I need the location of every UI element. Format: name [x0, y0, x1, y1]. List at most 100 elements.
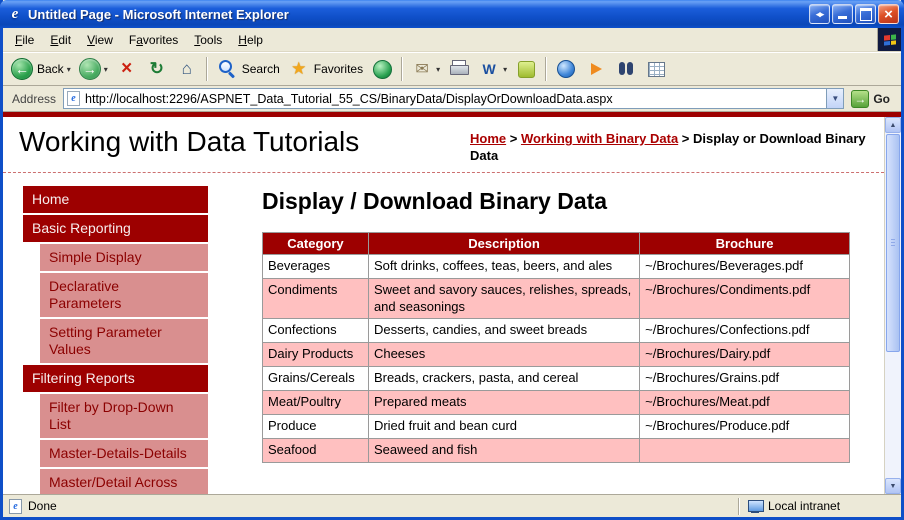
document-icon: e [9, 499, 22, 514]
table-cell: Meat/Poultry [263, 391, 369, 415]
menu-file[interactable]: File [7, 30, 42, 50]
menu-favorites[interactable]: Favorites [121, 30, 186, 50]
toolbar-separator [206, 57, 208, 81]
sidebar-item[interactable]: Basic Reporting [23, 215, 208, 242]
search-button[interactable]: Search [212, 56, 284, 82]
data-table: CategoryDescriptionBrochureBeveragesSoft… [262, 232, 850, 463]
split-button[interactable] [809, 4, 830, 24]
throbber-icon [877, 28, 901, 51]
menu-edit[interactable]: Edit [42, 30, 79, 50]
table-cell: Confections [263, 319, 369, 343]
menu-help[interactable]: Help [230, 30, 271, 50]
go-arrow-icon [851, 90, 869, 108]
favorites-button[interactable]: Favorites [284, 56, 367, 82]
research-button[interactable] [611, 56, 641, 82]
home-button[interactable] [172, 56, 202, 82]
table-cell: ~/Brochures/Produce.pdf [640, 415, 850, 439]
content-area: Working with Data Tutorials Home > Worki… [3, 117, 901, 494]
print-button[interactable] [444, 56, 474, 82]
security-zone: Local intranet [740, 499, 898, 513]
table-cell: ~/Brochures/Meat.pdf [640, 391, 850, 415]
globe-icon [555, 58, 577, 80]
menu-view[interactable]: View [79, 30, 121, 50]
globe-button[interactable] [551, 56, 581, 82]
grid-button[interactable] [641, 56, 671, 82]
table-row: Dairy ProductsCheeses~/Brochures/Dairy.p… [263, 343, 850, 367]
breadcrumb-link[interactable]: Home [470, 131, 506, 146]
table-row: Grains/CerealsBreads, crackers, pasta, a… [263, 367, 850, 391]
sidebar-item[interactable]: Filtering Reports [23, 365, 208, 392]
go-button[interactable]: Go [851, 90, 890, 108]
search-button-label: Search [242, 62, 280, 76]
edit-word-button[interactable]: ▾ [474, 56, 511, 82]
stop-button[interactable] [112, 56, 142, 82]
table-cell: Seafood [263, 438, 369, 462]
close-button[interactable] [878, 4, 899, 24]
sidebar-item[interactable]: Filter by Drop-Down List [40, 394, 208, 438]
menu-bar: FileEditViewFavoritesToolsHelp [3, 28, 901, 52]
table-cell: Desserts, candies, and sweet breads [368, 319, 639, 343]
sidebar-item[interactable]: Setting Parameter Values [40, 319, 208, 363]
table-cell: Seaweed and fish [368, 438, 639, 462]
media-icon [371, 58, 393, 80]
scroll-up-button[interactable]: ▲ [885, 117, 901, 133]
page-icon: e [67, 91, 80, 106]
breadcrumb-separator: > [678, 131, 693, 146]
search-icon [216, 58, 238, 80]
send-button[interactable] [581, 56, 611, 82]
sidebar-item[interactable]: Master/Detail Across Two Pages [40, 469, 208, 494]
sidebar-item[interactable]: Master-Details-Details [40, 440, 208, 467]
refresh-icon [146, 58, 168, 80]
dropdown-arrow-icon: ▾ [104, 65, 108, 74]
status-left: e Done [6, 499, 738, 514]
zone-text: Local intranet [768, 499, 840, 513]
media-button[interactable] [367, 56, 397, 82]
browser-window: e Untitled Page - Microsoft Internet Exp… [0, 0, 904, 520]
ie-logo-icon: e [7, 6, 23, 22]
maximize-button[interactable] [855, 4, 876, 24]
back-button[interactable]: Back▾ [7, 56, 75, 82]
address-dropdown-button[interactable]: ▼ [826, 89, 843, 108]
window-title: Untitled Page - Microsoft Internet Explo… [28, 7, 804, 22]
refresh-button[interactable] [142, 56, 172, 82]
breadcrumb: Home > Working with Binary Data > Displa… [470, 126, 868, 165]
messenger-icon [515, 58, 537, 80]
table-row: SeafoodSeaweed and fish [263, 438, 850, 462]
scrollbar-thumb[interactable] [886, 134, 900, 352]
back-button-label: Back [37, 62, 64, 76]
back-icon [11, 58, 33, 80]
dropdown-arrow-icon: ▾ [503, 65, 507, 74]
stop-icon [116, 58, 138, 80]
table-cell: Dried fruit and bean curd [368, 415, 639, 439]
page-header: Working with Data Tutorials Home > Worki… [3, 117, 884, 173]
go-label: Go [873, 92, 890, 106]
scrollbar-track[interactable] [885, 133, 901, 478]
binoculars-icon [615, 58, 637, 80]
mail-button[interactable]: ▾ [407, 56, 444, 82]
sidebar-item[interactable]: Simple Display [40, 244, 208, 271]
address-input[interactable] [85, 90, 826, 107]
messenger-button[interactable] [511, 56, 541, 82]
breadcrumb-link[interactable]: Working with Binary Data [521, 131, 678, 146]
table-cell [640, 438, 850, 462]
mail-icon [411, 58, 433, 80]
page-viewport: Working with Data Tutorials Home > Worki… [3, 117, 884, 494]
sidebar-nav: HomeBasic ReportingSimple DisplayDeclara… [23, 186, 208, 494]
main-content: Display / Download Binary Data CategoryD… [208, 186, 884, 494]
address-box: e ▼ [63, 88, 844, 109]
scroll-down-button[interactable]: ▼ [885, 478, 901, 494]
column-header: Brochure [640, 232, 850, 254]
forward-button[interactable]: ▾ [75, 56, 112, 82]
sidebar-item[interactable]: Home [23, 186, 208, 213]
dropdown-arrow-icon: ▾ [436, 65, 440, 74]
vertical-scrollbar[interactable]: ▲ ▼ [884, 117, 901, 494]
table-cell: Beverages [263, 254, 369, 278]
table-cell: Produce [263, 415, 369, 439]
table-cell: Cheeses [368, 343, 639, 367]
table-cell: Soft drinks, coffees, teas, beers, and a… [368, 254, 639, 278]
minimize-button[interactable] [832, 4, 853, 24]
title-bar[interactable]: e Untitled Page - Microsoft Internet Exp… [0, 0, 904, 28]
sidebar-item[interactable]: Declarative Parameters [40, 273, 208, 317]
table-cell: Dairy Products [263, 343, 369, 367]
menu-tools[interactable]: Tools [186, 30, 230, 50]
